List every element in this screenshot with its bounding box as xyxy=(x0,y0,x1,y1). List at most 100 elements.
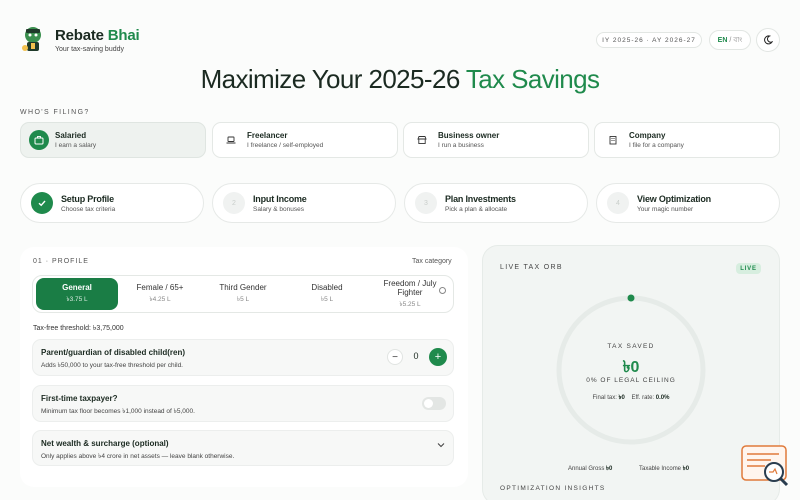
filer-title: Company xyxy=(629,131,666,140)
laptop-icon xyxy=(221,130,241,150)
filer-company[interactable]: Company I file for a company xyxy=(594,122,780,158)
filer-subtitle: I run a business xyxy=(438,142,484,149)
taxable-income: Taxable Income ৳0 xyxy=(639,463,689,474)
filer-title: Salaried xyxy=(55,131,87,140)
first-time-taxpayer-option[interactable]: First-time taxpayer? Minimum tax floor b… xyxy=(32,385,454,422)
filer-subtitle: I file for a company xyxy=(629,142,684,149)
increment-button[interactable]: + xyxy=(429,348,447,366)
app-header: Rebate Bhai Your tax-saving buddy IY 202… xyxy=(0,0,800,62)
option-title: Parent/guardian of disabled child(ren) xyxy=(41,348,186,357)
category-amount: ৳3.75 L xyxy=(66,296,88,303)
category-amount: ৳4.25 L xyxy=(149,296,171,303)
category-general[interactable]: General ৳3.75 L xyxy=(36,278,118,310)
net-wealth-option[interactable]: Net wealth & surcharge (optional) Only a… xyxy=(32,430,454,466)
orb-label: LIVE TAX ORB xyxy=(500,264,563,271)
category-amount: ৳5 L xyxy=(236,296,250,303)
category-freedom-fighter[interactable]: Freedom / July Fighter ৳5.25 L xyxy=(372,278,448,310)
final-tax-label: Final tax: xyxy=(592,395,617,401)
step-number: 2 xyxy=(223,192,245,214)
theme-toggle-button[interactable] xyxy=(756,28,780,52)
ring-progress-dot xyxy=(627,294,635,302)
step-title: Plan Investments xyxy=(445,193,516,204)
lang-en[interactable]: EN xyxy=(718,37,728,44)
live-badge: LIVE xyxy=(736,263,761,274)
tax-saved-label: TAX SAVED xyxy=(607,343,655,350)
filer-business-owner[interactable]: Business owner I run a business xyxy=(403,122,589,158)
eff-rate-label: Eff. rate: xyxy=(631,395,655,401)
step-number: 4 xyxy=(607,192,629,214)
step-subtitle: Salary & bonuses xyxy=(253,205,304,213)
step-subtitle: Pick a plan & allocate xyxy=(445,205,508,213)
category-amount: ৳5.25 L xyxy=(399,300,421,308)
chevron-down-icon[interactable] xyxy=(437,441,445,450)
lang-separator: / xyxy=(729,36,732,44)
option-title: Net wealth & surcharge (optional) xyxy=(41,439,169,448)
optimization-insights-label: OPTIMIZATION INSIGHTS xyxy=(500,485,606,492)
step-title: Setup Profile xyxy=(61,193,114,204)
brand-name-part1: Rebate xyxy=(55,27,108,44)
step-input-income[interactable]: 2 Input Income Salary & bonuses xyxy=(212,183,396,223)
title-part1: Maximize Your 2025-26 xyxy=(200,64,466,94)
check-icon xyxy=(31,192,53,214)
category-title: General xyxy=(62,283,92,292)
taxable-income-label: Taxable Income xyxy=(639,466,682,472)
lang-bn[interactable]: বাং xyxy=(733,34,742,46)
category-title: Disabled xyxy=(311,283,343,292)
annual-gross-label: Annual Gross xyxy=(568,466,605,472)
eff-rate-value: 0.0% xyxy=(655,395,670,401)
step-title: View Optimization xyxy=(637,193,711,204)
step-setup-profile[interactable]: Setup Profile Choose tax criteria xyxy=(20,183,204,223)
child-count: 0 xyxy=(413,351,419,361)
option-desc: Minimum tax floor becomes ৳1,000 instead… xyxy=(41,408,195,415)
filer-freelancer[interactable]: Freelancer I freelance / self-employed xyxy=(212,122,398,158)
moon-icon xyxy=(764,35,773,45)
floating-search-icon[interactable] xyxy=(741,445,791,489)
logo-mascot-icon[interactable] xyxy=(20,24,46,54)
category-title: Freedom / July Fighter xyxy=(383,278,437,297)
filer-title: Business owner xyxy=(438,131,500,140)
category-female-65[interactable]: Female / 65+ ৳4.25 L xyxy=(122,278,198,310)
category-third-gender[interactable]: Third Gender ৳5 L xyxy=(204,278,282,310)
first-time-toggle[interactable] xyxy=(422,397,446,410)
filer-subtitle: I freelance / self-employed xyxy=(247,142,324,149)
final-tax-value: ৳0 xyxy=(618,395,625,401)
taxable-income-value: ৳0 xyxy=(682,466,690,472)
building-icon xyxy=(603,130,623,150)
option-title: First-time taxpayer? xyxy=(41,394,118,403)
step-title: Input Income xyxy=(253,193,307,204)
annual-gross-value: ৳0 xyxy=(606,466,613,472)
title-part2: Tax Savings xyxy=(465,64,600,94)
category-title: Third Gender xyxy=(219,283,267,292)
annual-gross: Annual Gross ৳0 xyxy=(568,463,612,474)
step-number: 3 xyxy=(415,192,437,214)
language-toggle[interactable]: EN / বাং xyxy=(709,30,751,50)
brand-tagline: Your tax-saving buddy xyxy=(55,46,125,53)
category-disabled[interactable]: Disabled ৳5 L xyxy=(288,278,366,310)
legal-ceiling-text: 0% OF LEGAL CEILING xyxy=(586,377,676,384)
profile-section-label: 01 · PROFILE xyxy=(33,258,89,265)
step-view-optimization[interactable]: 4 View Optimization Your magic number xyxy=(596,183,780,223)
tax-free-threshold: Tax-free threshold: ৳3,75,000 xyxy=(33,325,124,332)
brand-name-part2: Bhai xyxy=(107,27,140,44)
brand: Rebate Bhai Your tax-saving buddy xyxy=(55,27,140,53)
info-icon[interactable] xyxy=(439,287,446,294)
filer-title: Freelancer xyxy=(247,131,288,140)
option-desc: Only applies above ৳4 crore in net asset… xyxy=(41,453,235,460)
decrement-button[interactable]: − xyxy=(387,349,403,365)
step-plan-investments[interactable]: 3 Plan Investments Pick a plan & allocate xyxy=(404,183,588,223)
brand-name: Rebate Bhai xyxy=(55,27,140,44)
step-subtitle: Your magic number xyxy=(637,205,694,213)
store-icon xyxy=(412,130,432,150)
filer-salaried[interactable]: Salaried I earn a salary xyxy=(20,122,206,158)
page-title: Maximize Your 2025-26 Tax Savings xyxy=(0,64,800,95)
filing-section-label: WHO'S FILING? xyxy=(20,109,90,116)
tax-category-label: Tax category xyxy=(412,258,452,265)
briefcase-icon xyxy=(29,130,49,150)
option-desc: Adds ৳50,000 to your tax-free threshold … xyxy=(41,362,183,369)
step-subtitle: Choose tax criteria xyxy=(61,205,116,213)
category-title: Female / 65+ xyxy=(136,283,184,292)
filer-subtitle: I earn a salary xyxy=(55,142,97,149)
assessment-year-pill[interactable]: IY 2025-26 · AY 2026-27 xyxy=(596,32,702,48)
category-amount: ৳5 L xyxy=(320,296,334,303)
tax-rates: Final tax: ৳0 Eff. rate: 0.0% xyxy=(553,392,709,403)
